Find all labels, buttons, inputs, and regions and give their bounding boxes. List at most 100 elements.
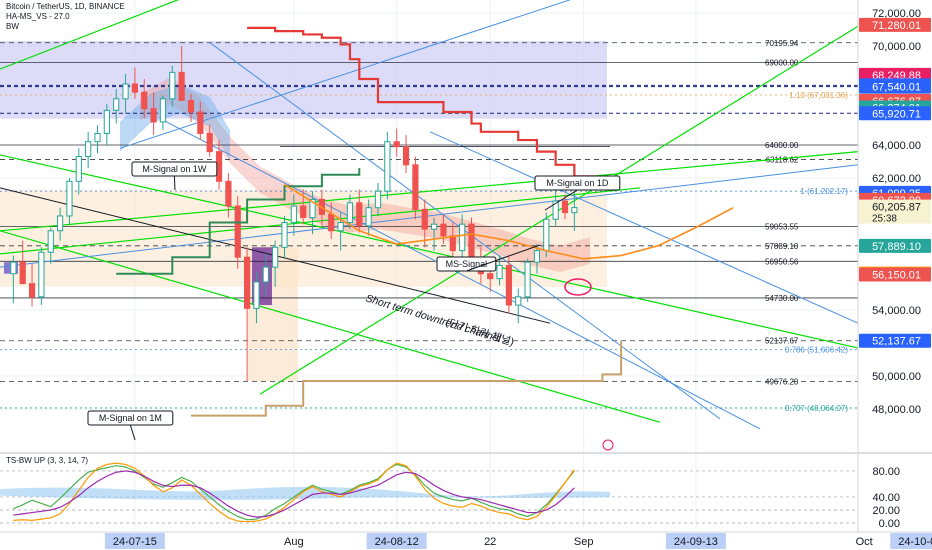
indicator-title: HA-MS_VS - 27.0	[6, 12, 70, 21]
candle-body[interactable]	[94, 132, 101, 143]
oscillator-axis-tick: 0.00	[879, 518, 900, 530]
time-axis-tick: 24-08-12	[375, 536, 419, 548]
current-price-label: 60,205.87	[872, 202, 921, 214]
candle-body[interactable]	[187, 99, 195, 113]
price-tag-label: 67,540.01	[872, 82, 921, 94]
bw-title: BW	[6, 22, 19, 31]
candle-body[interactable]	[141, 91, 148, 110]
candle-body[interactable]	[131, 83, 139, 93]
candle-body[interactable]	[28, 283, 36, 298]
price-axis-tick: 50,000.00	[872, 371, 921, 383]
price-axis-tick: 62,000.00	[872, 173, 921, 185]
oscillator-axis-tick: 80.00	[872, 466, 900, 478]
time-axis-tick: Sep	[574, 536, 594, 548]
candle-body[interactable]	[169, 71, 176, 100]
candle-body[interactable]	[561, 200, 569, 214]
price-tag-label: 57,889.10	[872, 241, 921, 253]
fib-label: 0.707 (48,064.07)	[785, 404, 848, 413]
level-line-label: 59053.55	[765, 223, 799, 232]
oscillator-title: TS-BW UP (3, 3, 14, 7)	[6, 456, 88, 465]
candle-body[interactable]	[122, 83, 129, 100]
candle-body[interactable]	[505, 264, 512, 306]
price-tag-label: 71,280.01	[872, 20, 921, 32]
level-line-label: 57889.10	[765, 242, 799, 251]
candle-body[interactable]	[543, 218, 550, 252]
candle-body[interactable]	[66, 180, 73, 217]
time-axis-tick: 24-07-15	[113, 536, 157, 548]
candle-body[interactable]	[393, 141, 400, 148]
candle-body[interactable]	[402, 146, 410, 166]
candle-body[interactable]	[38, 251, 45, 298]
fib-label: 1 (61,202.17)	[800, 187, 848, 196]
annotation-msignal-1w-pointer	[173, 175, 176, 191]
candle-body[interactable]	[150, 108, 157, 123]
oscillator-axis-tick: 40.00	[872, 492, 900, 504]
annotation-msignal-1w: M-Signal on 1W	[142, 164, 207, 174]
time-axis-tick: Aug	[284, 536, 304, 548]
candle-body[interactable]	[384, 141, 391, 192]
chart-stage: 70195.94 69000.00 64000.00 63118.62 59053.55…	[0, 0, 932, 550]
candle-body[interactable]	[440, 223, 447, 237]
candle-body[interactable]	[524, 261, 531, 298]
candle-body[interactable]	[244, 256, 251, 309]
time-axis-tick: 24-10-07	[898, 536, 932, 548]
candle-body[interactable]	[159, 98, 167, 123]
candle-body[interactable]	[300, 205, 307, 219]
candle-body[interactable]	[533, 250, 541, 263]
resistance-zone-box	[0, 41, 607, 119]
price-axis-tick: 70,000.00	[872, 41, 921, 53]
price-chart[interactable]: 70195.9469000.0064000.0063118.6259053.55…	[0, 0, 932, 550]
level-line-label: 49676.20	[765, 377, 799, 386]
candle-body[interactable]	[431, 223, 438, 230]
candle-body[interactable]	[253, 281, 260, 309]
level-line-label: 56950.56	[765, 257, 799, 266]
candle-body[interactable]	[515, 296, 522, 306]
candle-body[interactable]	[103, 109, 110, 134]
price-axis-tick: 48,000.00	[872, 404, 921, 416]
candle-body[interactable]	[337, 222, 344, 232]
candle-body[interactable]	[47, 230, 54, 253]
candle-body[interactable]	[225, 180, 232, 207]
level-line-label: 64000.00	[765, 141, 799, 150]
candle-body[interactable]	[346, 202, 354, 224]
candle-body[interactable]	[290, 205, 297, 224]
symbol-title: Bitcoin / TetherUS, 1D, BINANCE	[6, 2, 125, 11]
candle-body[interactable]	[487, 273, 494, 280]
candle-body[interactable]	[356, 202, 363, 227]
annotation-msignal-1m: M-Signal on 1M	[99, 413, 162, 423]
event-marker-icon[interactable]	[602, 439, 614, 451]
annotation-msignal-1d: M-Signal on 1D	[546, 178, 609, 188]
candle-body[interactable]	[10, 261, 17, 275]
candle-body[interactable]	[374, 190, 382, 209]
candle-body[interactable]	[571, 207, 578, 214]
price-axis-tick: 64,000.00	[872, 140, 921, 152]
candle-body[interactable]	[75, 156, 82, 182]
candle-body[interactable]	[496, 264, 503, 280]
candle-body[interactable]	[57, 215, 64, 232]
candle-body[interactable]	[459, 223, 466, 252]
candle-body[interactable]	[19, 261, 26, 285]
candle-body[interactable]	[365, 207, 372, 227]
candle-body[interactable]	[178, 71, 185, 101]
price-tag-label: 56,150.01	[872, 270, 921, 282]
candle-body[interactable]	[262, 266, 269, 283]
price-tag-label: 65,920.71	[872, 108, 921, 120]
annotation-ms-signal: MS-Signal	[446, 259, 488, 269]
candle-body[interactable]	[272, 246, 279, 268]
candle-body[interactable]	[468, 223, 475, 260]
time-axis-tick: 22	[484, 536, 496, 548]
candle-body[interactable]	[421, 208, 428, 230]
price-tag-label: 52,137.67	[872, 336, 921, 348]
candle-body[interactable]	[85, 141, 92, 158]
oscillator-axis-tick: 20.00	[872, 505, 900, 517]
candle-body[interactable]	[412, 164, 419, 210]
candle-body[interactable]	[234, 205, 241, 258]
time-axis-tick: Oct	[856, 536, 873, 548]
candle-body[interactable]	[328, 213, 335, 232]
candle-body[interactable]	[281, 222, 288, 248]
candle-body[interactable]	[113, 98, 120, 111]
candle-body[interactable]	[206, 132, 213, 153]
candle-body[interactable]	[197, 111, 204, 134]
bar-countdown: 25:38	[872, 214, 897, 225]
candle-body[interactable]	[449, 235, 456, 252]
